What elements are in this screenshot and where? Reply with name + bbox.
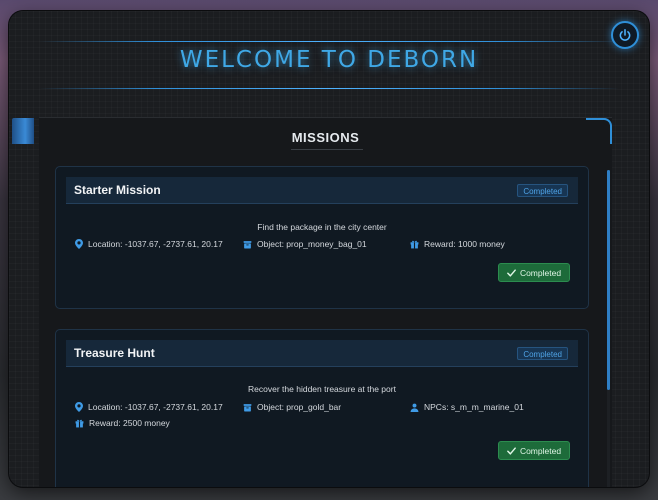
gift-icon [410,240,419,248]
mission-card-header: Treasure Hunt Completed [66,340,578,367]
map-pin-icon [75,239,83,249]
completed-button[interactable]: Completed [498,441,570,460]
map-pin-icon [75,402,83,412]
object-text: Object: prop_money_bag_01 [257,239,367,249]
scrollbar-thumb[interactable] [607,170,610,390]
object-text: Object: prop_gold_bar [257,402,342,412]
page-title: WELCOME TO DEBORN [179,47,479,73]
npcs-text: NPCs: s_m_m_marine_01 [424,402,524,412]
mission-reward: Reward: 1000 money [410,239,505,249]
mission-title: Treasure Hunt [74,346,155,360]
status-badge: Completed [517,184,568,197]
check-icon [507,446,516,455]
mission-title: Starter Mission [74,183,161,197]
mission-location: Location: -1037.67, -2737.61, 20.17 [75,402,223,412]
mission-card-header: Starter Mission Completed [66,177,578,204]
panel-corner-accent [12,118,34,144]
mission-description: Recover the hidden treasure at the port [248,384,396,394]
status-badge: Completed [517,347,568,360]
check-icon [507,268,516,277]
box-icon [243,403,252,411]
panel-heading-underline [291,149,363,150]
reward-text: Reward: 1000 money [424,239,505,249]
location-text: Location: -1037.67, -2737.61, 20.17 [88,239,223,249]
gift-icon [75,419,84,427]
panel-heading: MISSIONS [291,130,360,145]
main-window: WELCOME TO DEBORN MISSIONS Starter Missi… [9,11,649,487]
mission-card: Treasure Hunt Completed Recover the hidd… [55,329,589,487]
mission-card: Starter Mission Completed Find the packa… [55,166,589,309]
mission-reward: Reward: 2500 money [75,418,170,428]
completed-button-label: Completed [519,445,562,456]
user-icon [410,403,419,412]
scrollbar[interactable] [607,170,610,487]
header-divider-bottom [39,88,619,89]
header-divider-top [39,41,619,42]
mission-location: Location: -1037.67, -2737.61, 20.17 [75,239,223,249]
box-icon [243,240,252,248]
location-text: Location: -1037.67, -2737.61, 20.17 [88,402,223,412]
mission-object: Object: prop_gold_bar [243,402,341,412]
completed-button[interactable]: Completed [498,263,570,282]
mission-npcs: NPCs: s_m_m_marine_01 [410,402,524,412]
power-icon [619,28,631,41]
power-button[interactable] [611,21,639,49]
mission-description: Find the package in the city center [257,222,387,232]
reward-text: Reward: 2500 money [89,418,170,428]
mission-object: Object: prop_money_bag_01 [243,239,367,249]
missions-panel: MISSIONS Starter Mission Completed Find … [39,117,612,487]
completed-button-label: Completed [519,267,562,278]
